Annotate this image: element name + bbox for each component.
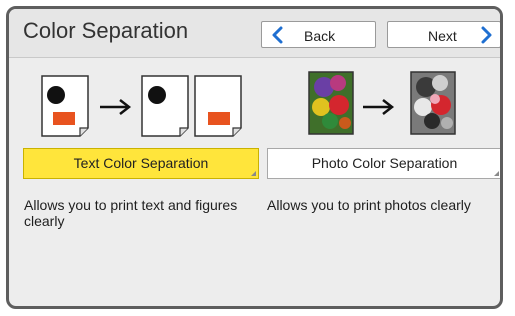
text-color-separation-label: Text Color Separation [73, 155, 209, 171]
photo-color-separation-button[interactable]: Photo Color Separation [267, 148, 500, 179]
black-plate-icon [141, 75, 189, 137]
separated-photo-icon [410, 71, 456, 135]
color-separation-panel: Color Separation Back Next Text Color Se… [6, 6, 503, 309]
arrow-right-icon [363, 99, 395, 115]
chevron-left-icon [272, 26, 283, 44]
header-bar: Color Separation Back Next [9, 9, 500, 58]
text-color-separation-description: Allows you to print text and figures cle… [24, 197, 238, 229]
back-button-label: Back [304, 28, 336, 44]
back-button[interactable]: Back [261, 21, 376, 48]
color-plate-icon [194, 75, 242, 137]
next-button-label: Next [428, 28, 457, 44]
page-title: Color Separation [23, 18, 189, 43]
text-color-separation-button[interactable]: Text Color Separation [23, 148, 259, 179]
arrow-right-icon [100, 99, 132, 115]
next-button[interactable]: Next [387, 21, 500, 48]
photo-color-separation-description: Allows you to print photos clearly [267, 197, 471, 213]
corner-triangle-icon [494, 171, 499, 176]
color-photo-icon [308, 71, 354, 135]
chevron-right-icon [481, 26, 492, 44]
original-document-icon [41, 75, 89, 137]
photo-color-separation-label: Photo Color Separation [311, 155, 458, 171]
corner-triangle-icon [251, 171, 256, 176]
